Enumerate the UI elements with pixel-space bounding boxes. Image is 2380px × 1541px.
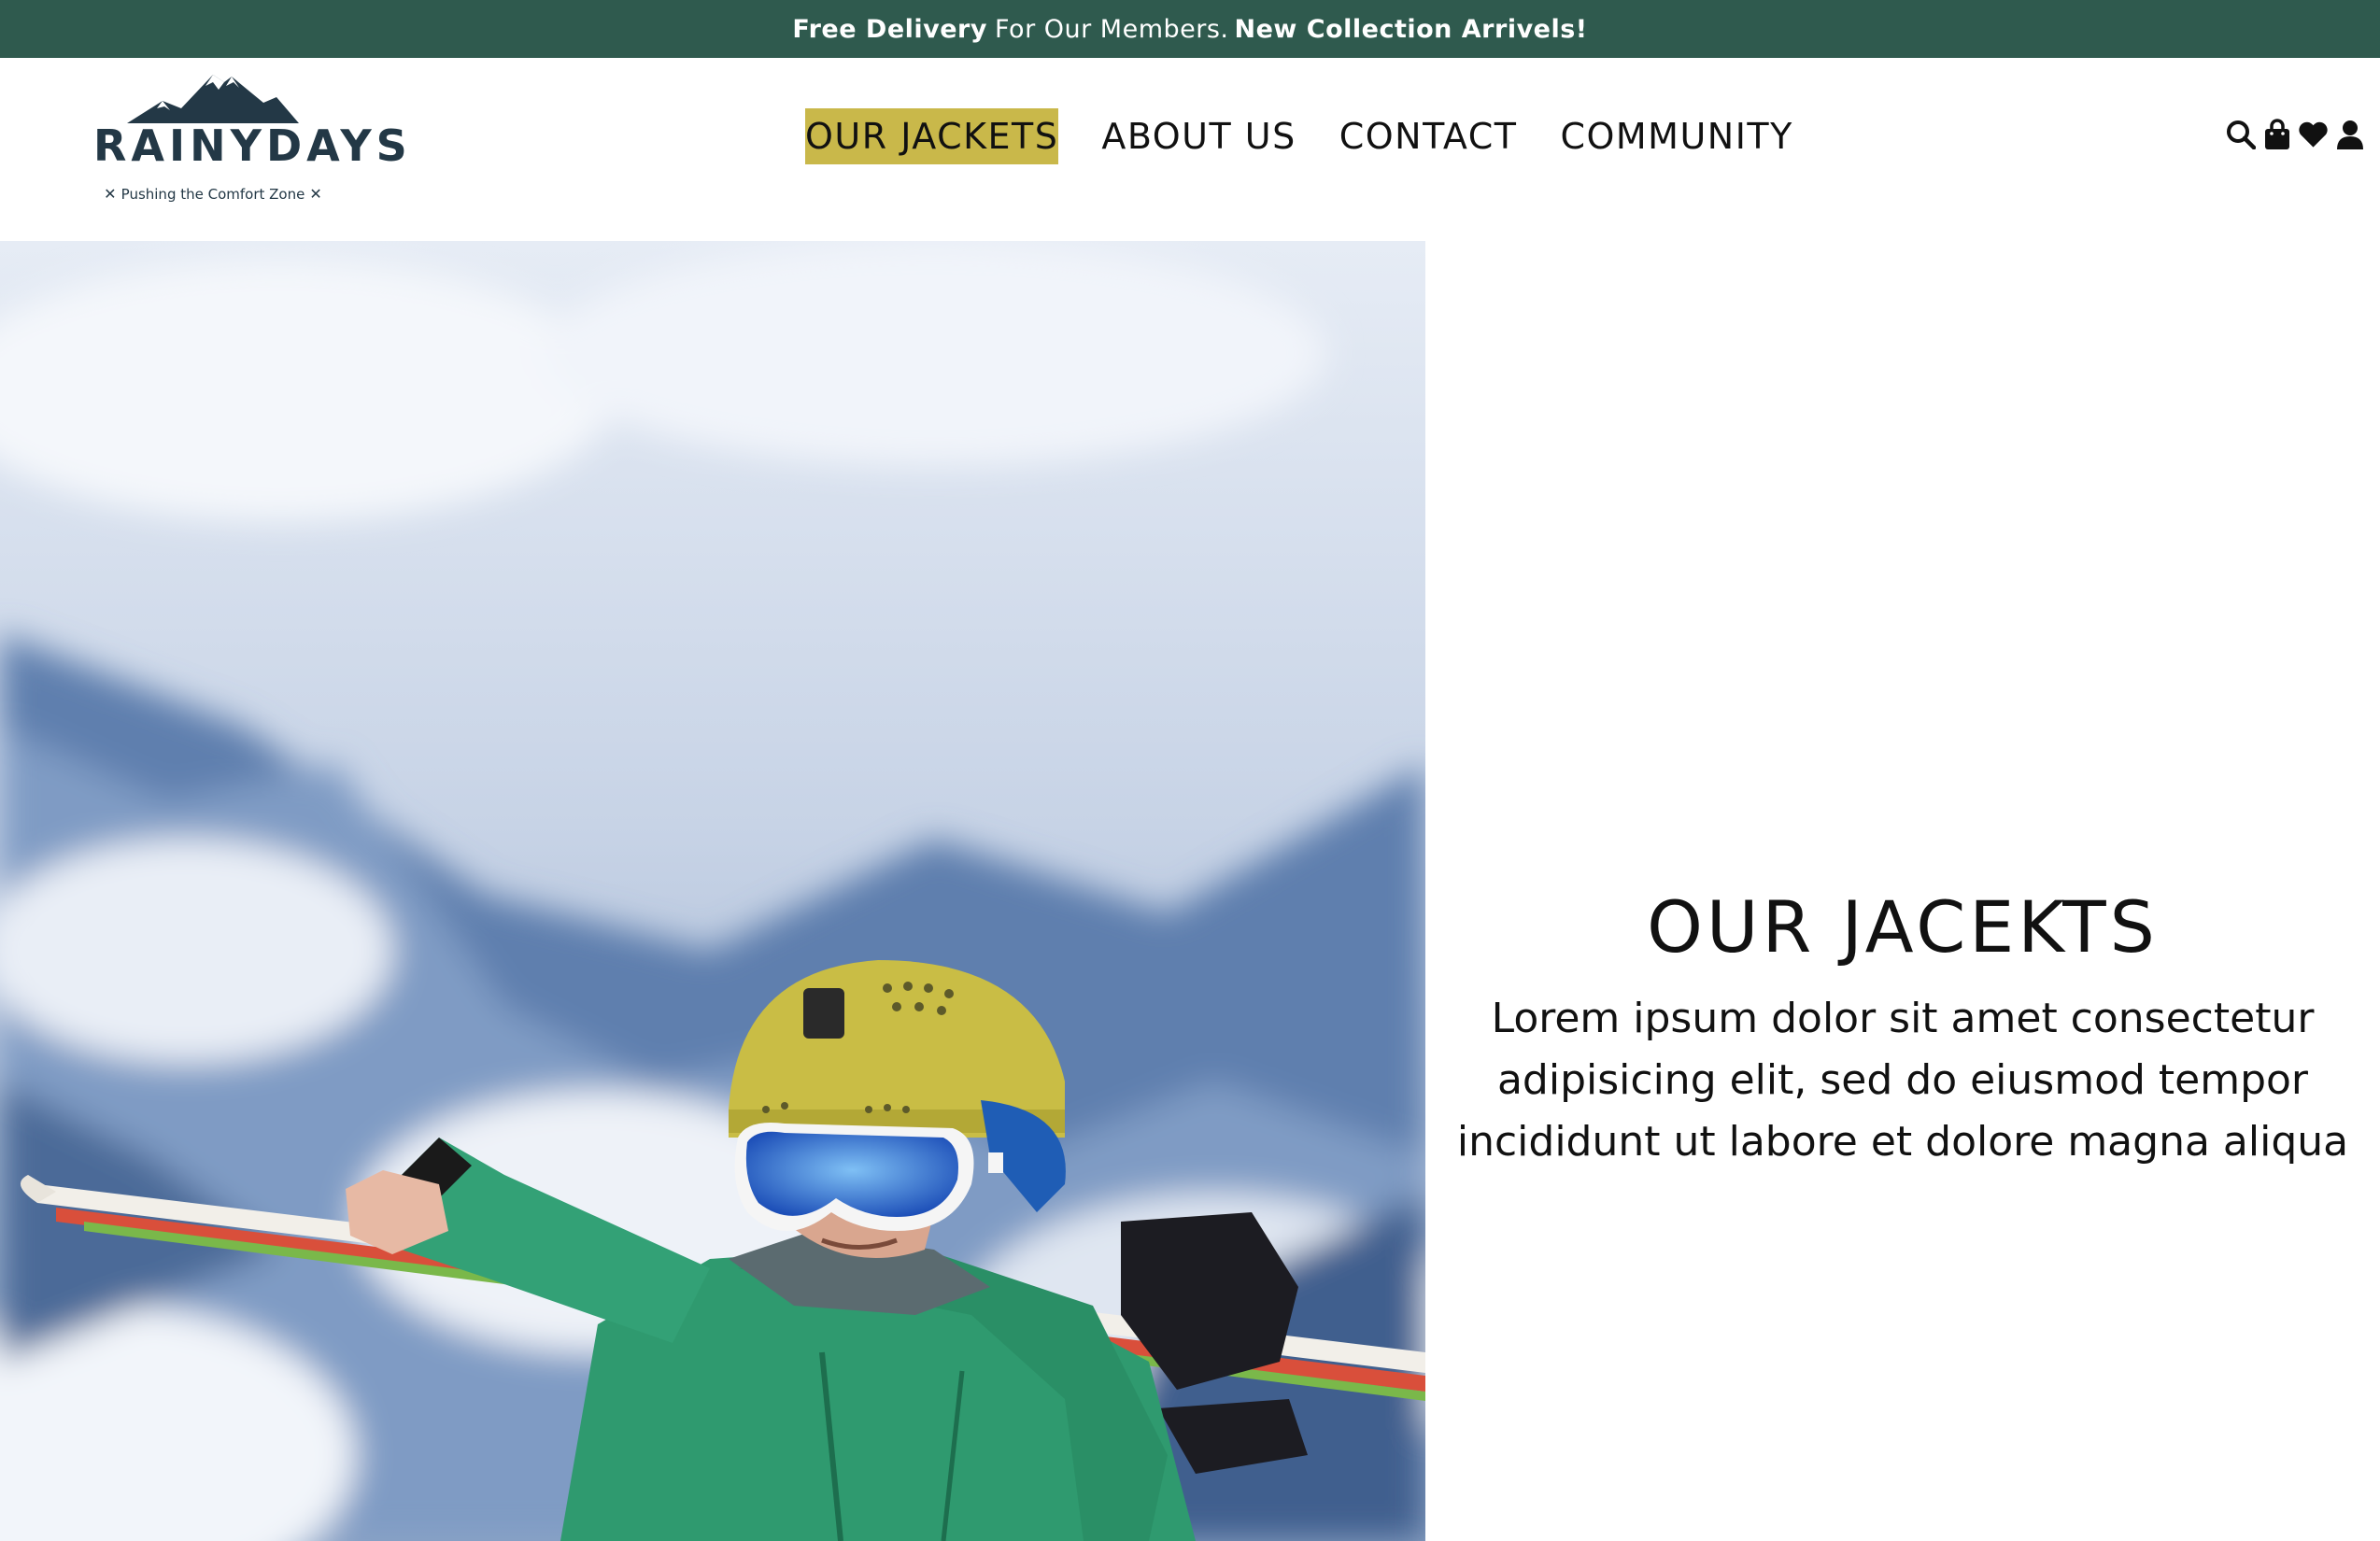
page-title: OUR JACEKTS — [1647, 885, 2159, 968]
intro-text: Lorem ipsum dolor sit amet consectetur a… — [1456, 995, 2349, 1166]
announcement-new-collection: New Collection Arrivels! — [1234, 14, 1588, 44]
search-icon[interactable] — [2225, 118, 2256, 151]
skier-photo — [0, 241, 1425, 1541]
user-icon[interactable] — [2334, 118, 2365, 151]
main-nav: OUR JACKETS ABOUT US CONTACT COMMUNITY — [805, 108, 1793, 164]
nav-contact[interactable]: CONTACT — [1339, 108, 1518, 164]
announcement-bar: Free Delivery For Our Members. New Colle… — [0, 0, 2380, 58]
nav-our-jackets[interactable]: OUR JACKETS — [805, 108, 1059, 164]
heart-icon[interactable] — [2298, 118, 2329, 151]
header-icons — [2225, 116, 2365, 153]
announcement-members: For Our Members. — [994, 14, 1229, 44]
intro-section: OUR JACEKTS Lorem ipsum dolor sit amet c… — [1425, 241, 2380, 1541]
brand-tagline: ✕ Pushing the Comfort Zone ✕ — [104, 185, 322, 203]
nav-about-us[interactable]: ABOUT US — [1101, 108, 1296, 164]
brand-tagline-text: Pushing the Comfort Zone — [120, 186, 305, 203]
nav-community[interactable]: COMMUNITY — [1560, 108, 1792, 164]
announcement-free-delivery: Free Delivery — [792, 14, 987, 44]
site-header: RAINYDAYS ✕ Pushing the Comfort Zone ✕ O… — [0, 58, 2380, 241]
rainydays-logo[interactable]: RAINYDAYS ✕ Pushing the Comfort Zone ✕ — [93, 69, 412, 203]
hero-image — [0, 241, 1425, 1541]
brand-name: RAINYDAYS — [93, 120, 412, 171]
shopping-bag-icon[interactable] — [2261, 118, 2292, 151]
mountain-logo-icon — [127, 75, 299, 123]
